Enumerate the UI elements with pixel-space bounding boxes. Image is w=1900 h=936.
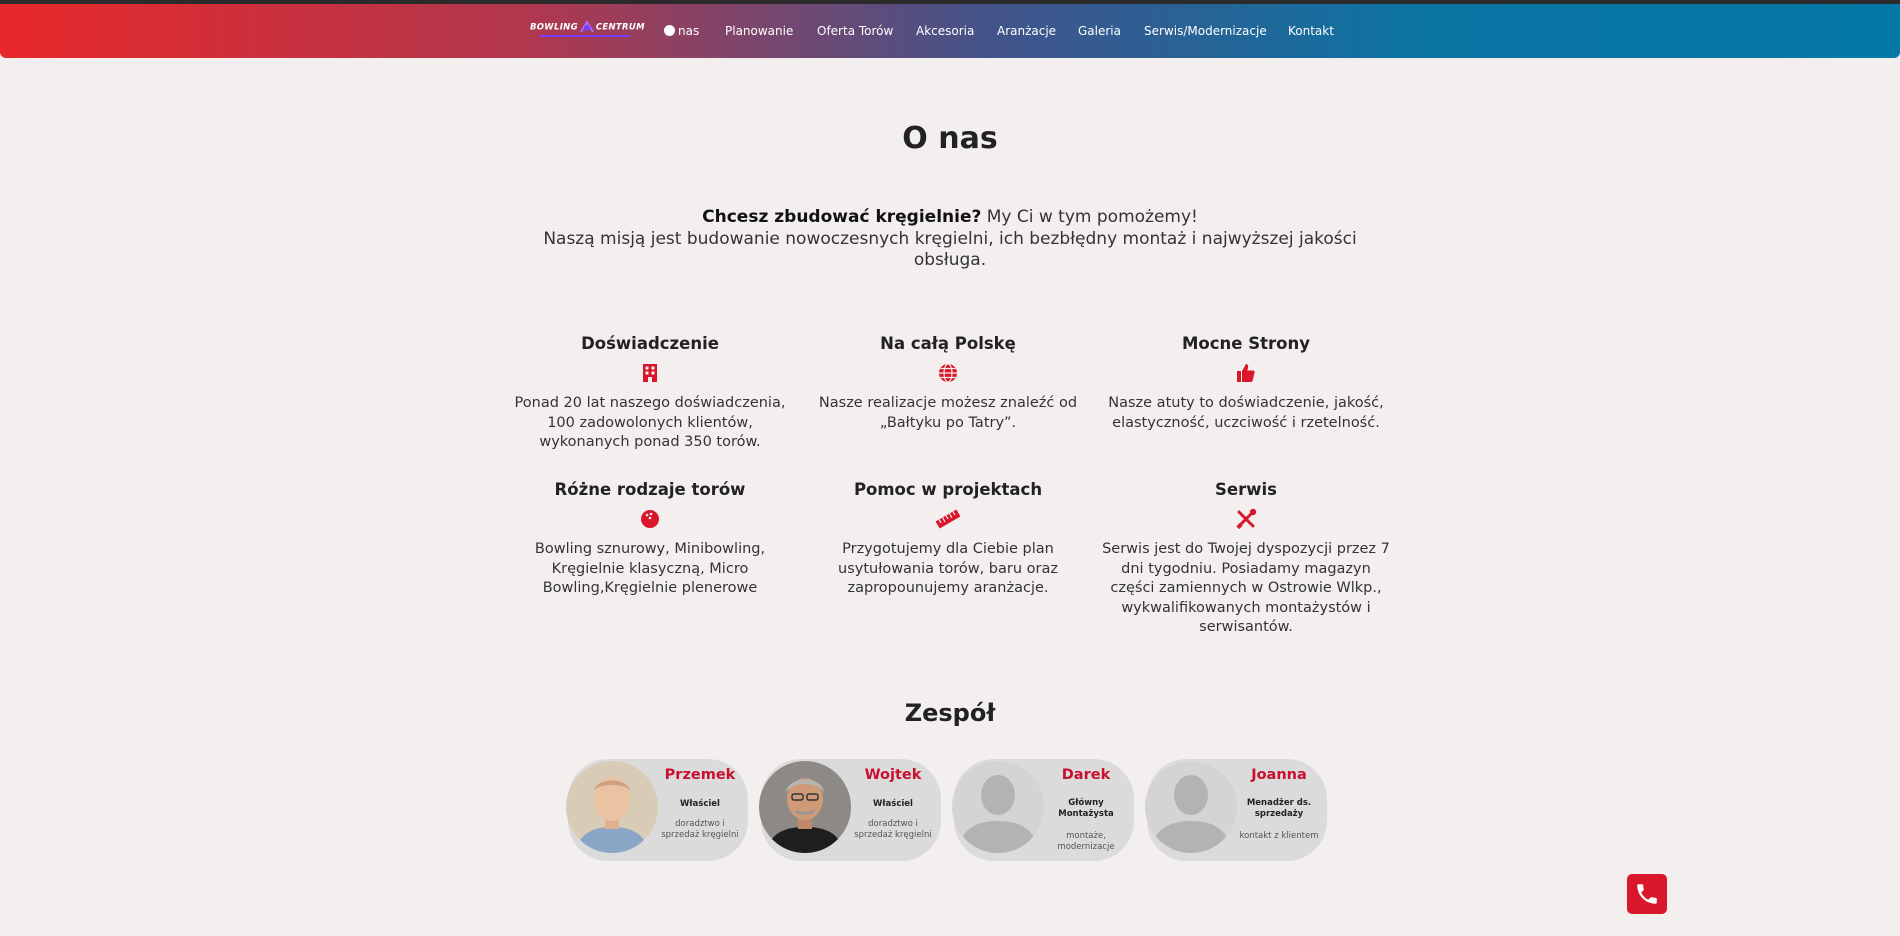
main-navbar: BOWLING CENTRUM nas Planowanie Oferta Tor… bbox=[0, 4, 1900, 58]
member-name: Darek bbox=[1061, 767, 1111, 783]
feature-lane-types: Różne rodzaje torów Bowling sznurowy, Mi… bbox=[505, 478, 795, 599]
team-card-darek: Darek Główny Montażysta montaże, moderni… bbox=[952, 759, 1134, 861]
avatar-photo bbox=[566, 761, 658, 853]
member-desc: kontakt z klientem bbox=[1239, 831, 1319, 841]
member-name: Joanna bbox=[1251, 767, 1307, 783]
nav-item-o-nas[interactable]: nas bbox=[664, 20, 699, 42]
nav-item-serwis[interactable]: Serwis/Modernizacje bbox=[1144, 20, 1267, 42]
tools-icon bbox=[1101, 502, 1391, 536]
nav-item-label: nas bbox=[678, 24, 700, 38]
member-desc: doradztwo i sprzedaż kręgielni bbox=[854, 819, 932, 840]
feature-poland: Na całą Polskę Nasze realizacje możesz z… bbox=[803, 332, 1093, 433]
phone-icon bbox=[1637, 884, 1657, 904]
feature-strengths: Mocne Strony Nasze atuty to doświadczeni… bbox=[1101, 332, 1391, 433]
intro-text: Chcesz zbudować kręgielnie? My Ci w tym … bbox=[520, 207, 1380, 272]
logo-text-left: BOWLING bbox=[530, 22, 578, 33]
circle-icon bbox=[664, 25, 675, 36]
logo[interactable]: BOWLING CENTRUM bbox=[530, 20, 646, 42]
member-role: Główny Montażysta bbox=[1058, 798, 1114, 819]
feature-title: Serwis bbox=[1215, 480, 1277, 499]
avatar-placeholder bbox=[952, 761, 1044, 853]
member-name: Przemek bbox=[664, 767, 736, 783]
globe-icon bbox=[803, 356, 1093, 390]
member-desc: montaże, modernizacje bbox=[1057, 831, 1115, 852]
feature-text: Ponad 20 lat naszego doświadczenia, 100 … bbox=[514, 395, 786, 450]
feature-title: Mocne Strony bbox=[1182, 334, 1310, 353]
bowling-ball-icon bbox=[505, 502, 795, 536]
thumbs-up-icon bbox=[1101, 356, 1391, 390]
intro-bold: Chcesz zbudować kręgielnie? bbox=[702, 207, 982, 227]
phone-call-button[interactable] bbox=[1627, 874, 1667, 914]
building-icon bbox=[505, 356, 795, 390]
feature-text: Nasze atuty to doświadczenie, jakość, el… bbox=[1108, 395, 1384, 431]
intro-mission: Naszą misją jest budowanie nowoczesnych … bbox=[543, 228, 1357, 271]
nav-item-galeria[interactable]: Galeria bbox=[1078, 20, 1121, 42]
ruler-icon bbox=[803, 502, 1093, 536]
team-card-przemek: Przemek Właściel doradztwo i sprzedaż kr… bbox=[566, 759, 748, 861]
feature-text: Serwis jest do Twojej dyspozycji przez 7… bbox=[1102, 541, 1390, 635]
feature-title: Doświadczenie bbox=[581, 334, 719, 353]
member-desc: doradztwo i sprzedaż kręgielni bbox=[661, 819, 739, 840]
feature-projects: Pomoc w projektach Przygotujemy dla Cieb… bbox=[803, 478, 1093, 599]
feature-title: Różne rodzaje torów bbox=[554, 480, 746, 499]
member-role: Menadżer ds. sprzedaży bbox=[1246, 798, 1312, 819]
logo-text-right: CENTRUM bbox=[595, 22, 645, 33]
feature-title: Na całą Polskę bbox=[880, 334, 1016, 353]
logo-underline bbox=[540, 35, 630, 37]
nav-item-planowanie[interactable]: Planowanie bbox=[725, 20, 793, 42]
nav-item-oferta-torow[interactable]: Oferta Torów bbox=[817, 20, 893, 42]
feature-text: Bowling sznurowy, Minibowling, Kręgielni… bbox=[534, 541, 766, 596]
nav-item-kontakt[interactable]: Kontakt bbox=[1288, 20, 1334, 42]
nav-item-akcesoria[interactable]: Akcesoria bbox=[916, 20, 974, 42]
feature-experience: Doświadczenie Ponad 20 lat naszego doświ… bbox=[505, 332, 795, 453]
feature-text: Nasze realizacje możesz znaleźć od „Bałt… bbox=[818, 395, 1078, 431]
nav-item-aranzacje[interactable]: Aranżacje bbox=[997, 20, 1056, 42]
intro-rest: My Ci w tym pomożemy! bbox=[981, 207, 1198, 227]
avatar-photo bbox=[759, 761, 851, 853]
feature-text: Przygotujemy dla Ciebie plan usytułowani… bbox=[838, 541, 1058, 596]
feature-service: Serwis Serwis jest do Twojej dyspozycji … bbox=[1101, 478, 1391, 638]
page-title: O nas bbox=[902, 121, 998, 156]
logo-pins-icon bbox=[580, 20, 594, 33]
member-role: Właściel bbox=[680, 799, 720, 809]
member-name: Wojtek bbox=[864, 767, 922, 783]
team-title: Zespół bbox=[904, 699, 996, 727]
feature-title: Pomoc w projektach bbox=[853, 480, 1043, 499]
member-role: Właściel bbox=[873, 799, 913, 809]
avatar-placeholder bbox=[1145, 761, 1237, 853]
team-card-wojtek: Wojtek Właściel doradztwo i sprzedaż krę… bbox=[759, 759, 941, 861]
team-card-joanna: Joanna Menadżer ds. sprzedaży kontakt z … bbox=[1145, 759, 1327, 861]
